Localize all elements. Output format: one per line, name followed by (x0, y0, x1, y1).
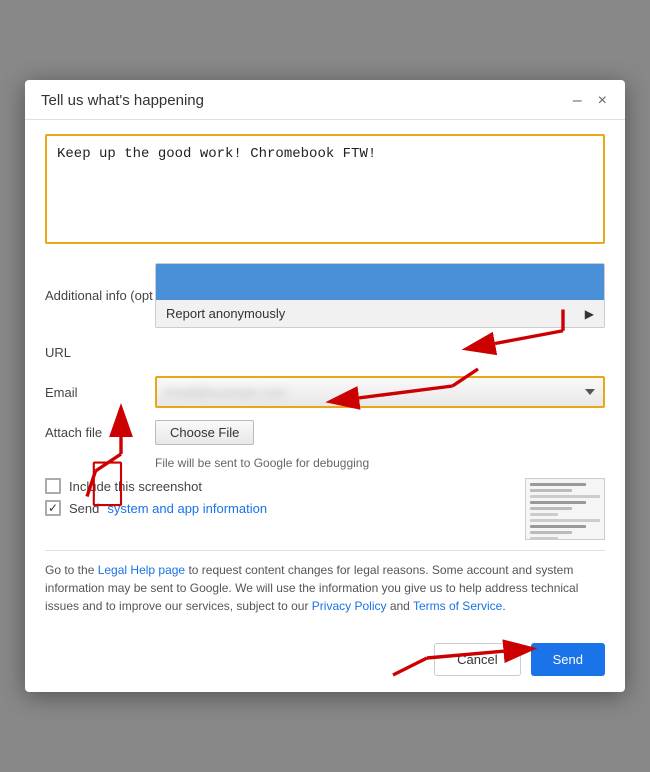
thumb-line-8 (530, 525, 586, 528)
send-info-row: Send system and app information (45, 500, 513, 516)
attach-label: Attach file (45, 425, 155, 440)
additional-info-row: Additional info (opt Report anonymously … (45, 263, 605, 328)
legal-text-between: and (386, 599, 412, 613)
thumb-line-9 (530, 531, 572, 534)
email-row: Email email@example.com (45, 376, 605, 408)
dialog-body: Keep up the good work! Chromebook FTW! A… (25, 120, 625, 643)
thumb-line-2 (530, 489, 572, 492)
include-screenshot-label: Include this screenshot (69, 479, 202, 494)
email-select[interactable]: email@example.com (155, 376, 605, 408)
terms-link[interactable]: Terms of Service (413, 599, 502, 613)
anon-header-blue (156, 264, 604, 300)
include-screenshot-checkbox[interactable] (45, 478, 61, 494)
title-bar: Tell us what's happening – × (25, 80, 625, 120)
privacy-policy-link[interactable]: Privacy Policy (312, 599, 387, 613)
thumb-content (526, 479, 604, 540)
url-label: URL (45, 345, 155, 360)
url-row: URL (45, 336, 605, 368)
email-chevron-icon (585, 389, 595, 395)
close-button[interactable]: × (596, 93, 609, 109)
thumb-line-1 (530, 483, 586, 486)
choose-file-button[interactable]: Choose File (155, 420, 254, 445)
screenshot-thumbnail (525, 478, 605, 540)
anon-option-label: Report anonymously (166, 306, 285, 321)
screenshot-section: Include this screenshot Send system and … (45, 478, 605, 540)
dialog-footer: Cancel Send (25, 643, 625, 692)
email-value: email@example.com (165, 385, 577, 400)
thumb-line-5 (530, 507, 572, 510)
legal-text: Go to the Legal Help page to request con… (45, 550, 605, 615)
thumb-line-7 (530, 519, 600, 522)
additional-info-label: Additional info (opt (45, 288, 155, 303)
cancel-button[interactable]: Cancel (434, 643, 520, 676)
send-info-link[interactable]: system and app information (107, 501, 267, 516)
feedback-textarea[interactable]: Keep up the good work! Chromebook FTW! (45, 134, 605, 244)
thumb-line-4 (530, 501, 586, 504)
anonymous-dropdown[interactable]: Report anonymously ▶ (155, 263, 605, 328)
send-button[interactable]: Send (531, 643, 605, 676)
legal-text-end: . (502, 599, 505, 613)
dialog-title: Tell us what's happening (41, 92, 204, 109)
thumb-line-3 (530, 495, 600, 498)
checkboxes-area: Include this screenshot Send system and … (45, 478, 513, 522)
file-hint: File will be sent to Google for debuggin… (155, 456, 605, 470)
send-info-checkbox[interactable] (45, 500, 61, 516)
minimize-button[interactable]: – (571, 93, 584, 109)
include-screenshot-row: Include this screenshot (45, 478, 513, 494)
anon-row[interactable]: Report anonymously ▶ (156, 300, 604, 327)
title-bar-controls: – × (571, 93, 609, 109)
legal-text-before: Go to the (45, 563, 98, 577)
thumb-line-6 (530, 513, 558, 516)
attach-file-row: Attach file Choose File (45, 416, 605, 448)
anon-chevron-icon: ▶ (585, 307, 594, 321)
legal-help-link[interactable]: Legal Help page (98, 563, 185, 577)
send-info-prefix: Send (69, 501, 99, 516)
thumb-line-10 (530, 537, 558, 540)
email-label: Email (45, 385, 155, 400)
email-select-wrapper: email@example.com (155, 376, 605, 408)
attach-field: Choose File (155, 420, 605, 445)
